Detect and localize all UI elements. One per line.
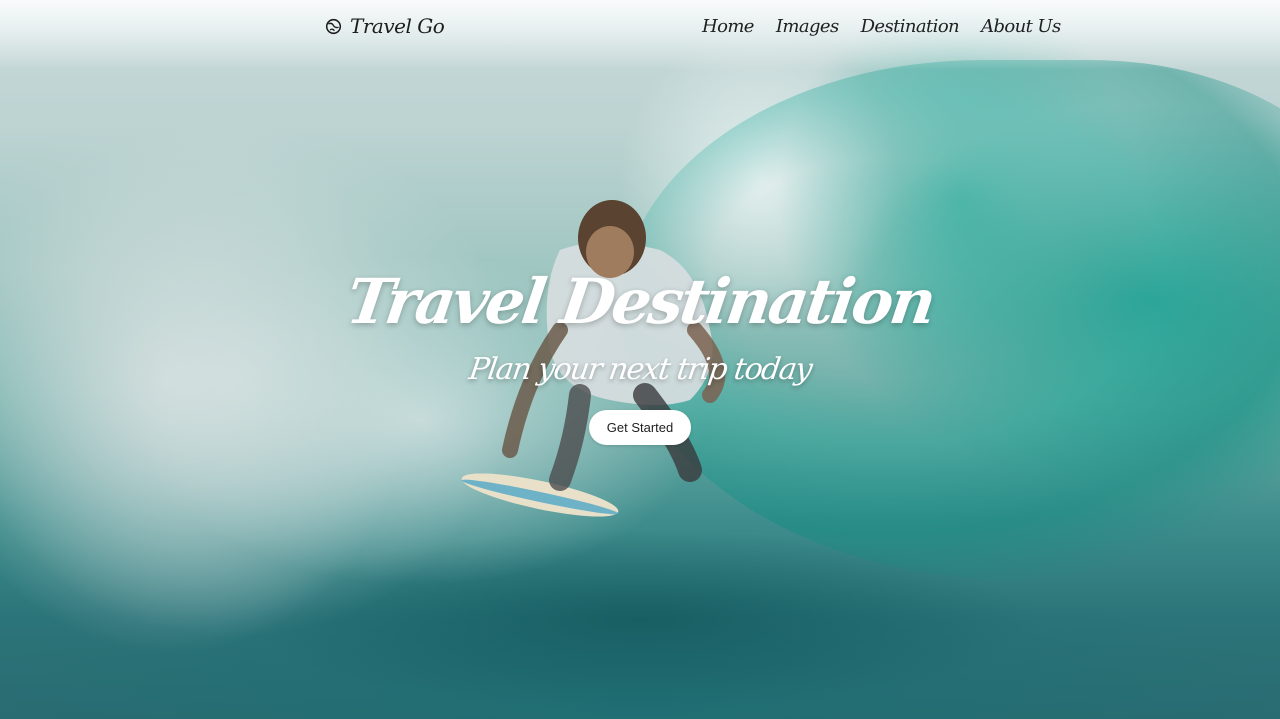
nav-links: Home Images Destination About Us — [702, 16, 1061, 37]
nav-item-images[interactable]: Images — [776, 16, 839, 37]
hero-subtitle: Plan your next trip today — [466, 352, 814, 387]
hero-section: Travel Go Home Images Destination About … — [0, 0, 1280, 719]
nav-item-home[interactable]: Home — [702, 16, 754, 37]
globe-icon — [325, 18, 342, 34]
hero-title: Travel Destination — [342, 265, 938, 338]
nav-item-destination[interactable]: Destination — [861, 16, 960, 37]
hero-content: Travel Destination Plan your next trip t… — [0, 262, 1280, 445]
brand-logo[interactable]: Travel Go — [325, 14, 445, 38]
navbar: Travel Go Home Images Destination About … — [0, 14, 1280, 44]
nav-item-about-us[interactable]: About Us — [981, 16, 1061, 37]
brand-name: Travel Go — [350, 14, 445, 38]
get-started-button[interactable]: Get Started — [589, 410, 691, 445]
